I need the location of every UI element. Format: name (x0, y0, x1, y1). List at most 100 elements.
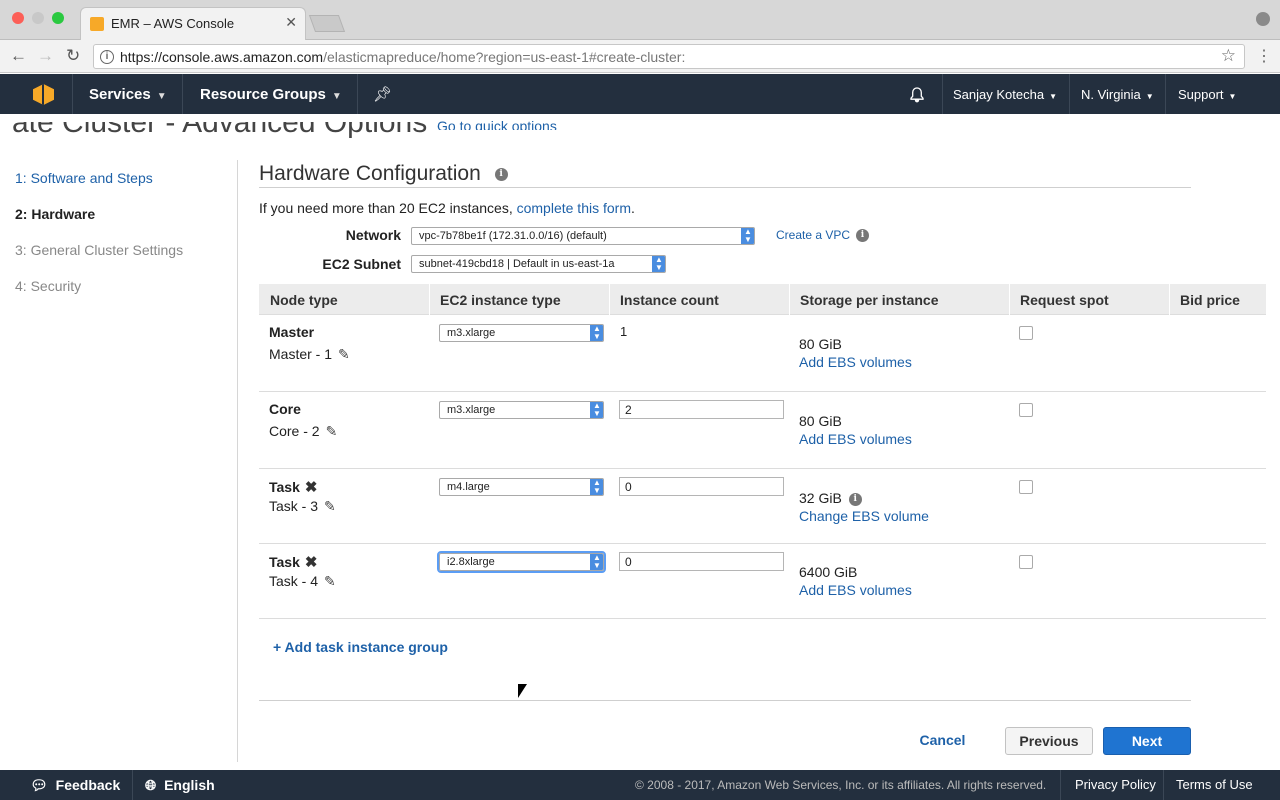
select-arrows-icon: ▲ ▼ (590, 554, 603, 570)
region-menu[interactable]: N. Virginia ▼ (1081, 87, 1154, 102)
remove-group-icon[interactable]: ✖ (305, 554, 318, 571)
close-window-icon[interactable] (12, 12, 24, 24)
url-path: /elasticmapreduce/home?region=us-east-1#… (323, 49, 686, 65)
request-spot-checkbox[interactable] (1019, 555, 1033, 569)
edit-pencil-icon[interactable]: ✎ (338, 346, 350, 363)
col-ec2-instance-type: EC2 instance type (440, 292, 561, 308)
language-selector[interactable]: 🌐︎ English (145, 777, 215, 794)
feedback-button[interactable]: 💬︎ Feedback (30, 777, 120, 794)
info-icon[interactable]: i (494, 167, 508, 181)
step-security: 4: Security (15, 278, 82, 294)
aws-logo-icon[interactable] (33, 84, 54, 105)
instance-count-input[interactable]: 0 (619, 477, 784, 496)
remove-group-icon[interactable]: ✖ (305, 479, 318, 496)
info-icon[interactable]: i (856, 229, 869, 242)
cancel-button[interactable]: Cancel (905, 727, 980, 755)
site-info-icon[interactable]: i (100, 50, 114, 64)
table-row: Task ✖ Task - 4 ✎ i2.8xlarge ▲ ▼ 0 6400 GiB … (259, 544, 1266, 619)
instance-type-value: i2.8xlarge (447, 556, 495, 568)
nav-divider (182, 74, 183, 114)
close-tab-icon[interactable]: ✕ (285, 14, 297, 31)
address-bar[interactable]: i https://console.aws.amazon.com/elastic… (93, 44, 1245, 69)
forward-icon[interactable]: → (37, 46, 54, 66)
info-icon[interactable]: i (848, 492, 862, 506)
network-label: Network (345, 227, 401, 243)
add-task-instance-group-link[interactable]: + Add task instance group (273, 639, 448, 655)
address-url[interactable]: https://console.aws.amazon.com/elasticma… (120, 49, 685, 65)
aws-footer: 💬︎ Feedback 🌐︎ English © 2008 - 2017, Am… (0, 770, 1280, 800)
instance-type-select[interactable]: i2.8xlarge ▲ ▼ (437, 551, 606, 573)
quick-options-link[interactable]: Go to quick options (437, 118, 557, 130)
nav-divider (1069, 74, 1070, 114)
mouse-cursor-icon (518, 684, 527, 698)
add-ebs-volumes-link[interactable]: Add EBS volumes (799, 354, 912, 370)
col-divider (789, 284, 790, 315)
browser-tab[interactable]: EMR – AWS Console ✕ (80, 7, 306, 40)
bookmark-star-icon[interactable]: ☆ (1221, 46, 1236, 66)
feedback-label: Feedback (55, 777, 121, 793)
minimize-window-icon[interactable] (32, 12, 44, 24)
new-tab-button[interactable] (308, 15, 346, 32)
instance-type-select[interactable]: m3.xlarge ▲ ▼ (439, 324, 604, 342)
request-spot-checkbox[interactable] (1019, 480, 1033, 494)
network-select[interactable]: vpc-7b78be1f (172.31.0.0/16) (default) ▲ ▼ (411, 227, 755, 245)
node-name: Master - 1 ✎ (269, 346, 350, 363)
chevron-down-icon: ▼ (1049, 92, 1057, 101)
complete-form-link[interactable]: complete this form (517, 200, 631, 216)
col-request-spot: Request spot (1020, 292, 1109, 308)
select-arrows-icon: ▲ ▼ (590, 325, 603, 341)
network-value: vpc-7b78be1f (172.31.0.0/16) (default) (419, 230, 607, 242)
instance-count-input[interactable]: 0 (619, 552, 784, 571)
section-heading: Hardware Configuration i (259, 162, 508, 186)
note-prefix: If you need more than 20 EC2 instances, (259, 200, 513, 216)
instance-type-value: m3.xlarge (447, 404, 496, 416)
col-divider (609, 284, 610, 315)
services-menu[interactable]: Services ▼ (89, 86, 167, 103)
back-icon[interactable]: ← (10, 46, 27, 66)
node-type: Task (269, 479, 300, 495)
support-menu[interactable]: Support ▼ (1178, 87, 1236, 102)
pin-icon[interactable]: 📌︎ (373, 85, 392, 103)
footer-divider (132, 770, 133, 800)
request-spot-checkbox[interactable] (1019, 403, 1033, 417)
step-software-and-steps[interactable]: 1: Software and Steps (15, 170, 153, 186)
edit-pencil-icon[interactable]: ✎ (324, 498, 336, 515)
note-suffix: . (630, 200, 635, 216)
resource-groups-menu[interactable]: Resource Groups ▼ (200, 86, 342, 103)
aws-favicon-icon (90, 17, 104, 31)
create-vpc-link[interactable]: Create a VPC (776, 228, 850, 242)
user-menu[interactable]: Sanjay Kotecha ▼ (953, 87, 1057, 102)
subnet-value: subnet-419cbd18 | Default in us-east-1a (419, 258, 615, 270)
instance-type-value: m3.xlarge (447, 327, 496, 339)
node-type: Task (269, 554, 300, 570)
next-button[interactable]: Next (1103, 727, 1191, 755)
copyright-text: © 2008 - 2017, Amazon Web Services, Inc.… (635, 778, 1047, 792)
nav-divider (942, 74, 943, 114)
maximize-window-icon[interactable] (52, 12, 64, 24)
instance-type-select[interactable]: m3.xlarge ▲ ▼ (439, 401, 604, 419)
nav-divider (1165, 74, 1166, 114)
instance-count-input[interactable]: 2 (619, 400, 784, 419)
browser-menu-icon[interactable]: ⋮ (1256, 46, 1272, 66)
add-ebs-volumes-link[interactable]: Add EBS volumes (799, 431, 912, 447)
privacy-policy-link[interactable]: Privacy Policy (1075, 777, 1156, 792)
select-arrows-icon: ▲ ▼ (652, 256, 665, 272)
node-name-text: Task - 3 (269, 498, 319, 514)
notification-bell-icon[interactable] (909, 87, 925, 103)
col-node-type: Node type (270, 292, 338, 308)
subnet-select[interactable]: subnet-419cbd18 | Default in us-east-1a ▲… (411, 255, 666, 273)
request-spot-checkbox[interactable] (1019, 326, 1033, 340)
edit-pencil-icon[interactable]: ✎ (324, 573, 336, 590)
instance-type-value: m4.large (447, 481, 490, 493)
add-ebs-volumes-link[interactable]: Add EBS volumes (799, 582, 912, 598)
support-label: Support (1178, 87, 1224, 102)
table-row: Core Core - 2 ✎ m3.xlarge ▲ ▼ 2 80 GiB Add … (259, 392, 1266, 469)
terms-of-use-link[interactable]: Terms of Use (1176, 777, 1253, 792)
instance-type-select[interactable]: m4.large ▲ ▼ (439, 478, 604, 496)
instance-count-value: 1 (620, 324, 628, 339)
change-ebs-volume-link[interactable]: Change EBS volume (799, 508, 929, 524)
previous-button[interactable]: Previous (1005, 727, 1093, 755)
profile-icon[interactable] (1256, 12, 1270, 26)
reload-icon[interactable]: ↻ (66, 46, 80, 66)
edit-pencil-icon[interactable]: ✎ (326, 423, 338, 440)
